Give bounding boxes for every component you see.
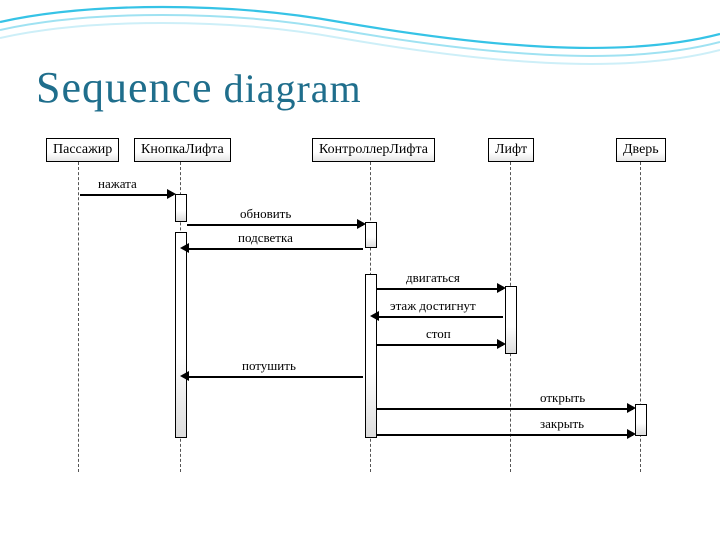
activation-controller	[365, 222, 377, 248]
msg-label-otkryt: открыть	[540, 390, 585, 406]
arrow-icon	[370, 311, 379, 321]
actor-label: Лифт	[495, 142, 527, 157]
msg-nazhata	[80, 194, 173, 196]
msg-label-etazh: этаж достигнут	[390, 298, 476, 314]
title-word-2: diagram	[224, 66, 362, 111]
msg-label-potushit: потушить	[242, 358, 296, 374]
actor-passenger: Пассажир	[46, 138, 119, 162]
msg-label-obnovit: обновить	[240, 206, 291, 222]
actor-lift: Лифт	[488, 138, 534, 162]
arrow-icon	[357, 219, 366, 229]
arrow-icon	[627, 429, 636, 439]
msg-label-nazhata: нажата	[98, 176, 137, 192]
actor-controller: КонтроллерЛифта	[312, 138, 435, 162]
arrow-icon	[180, 243, 189, 253]
arrow-icon	[627, 403, 636, 413]
arrow-icon	[180, 371, 189, 381]
arrow-icon	[497, 283, 506, 293]
actor-label: Дверь	[623, 142, 659, 157]
msg-potushit	[187, 376, 363, 378]
activation-button-2	[175, 232, 187, 438]
arrow-icon	[497, 339, 506, 349]
msg-label-stop: стоп	[426, 326, 451, 342]
msg-otkryt	[377, 408, 633, 410]
msg-dvigatsya	[377, 288, 503, 290]
activation-door	[635, 404, 647, 436]
activation-button	[175, 194, 187, 222]
lifeline-passenger	[78, 162, 79, 472]
msg-label-podsvetka: подсветка	[238, 230, 293, 246]
msg-etazh	[377, 316, 503, 318]
actor-button: КнопкаЛифта	[134, 138, 231, 162]
wave-decoration	[0, 0, 720, 70]
msg-stop	[377, 344, 503, 346]
activation-lift	[505, 286, 517, 354]
sequence-diagram: Пассажир КнопкаЛифта КонтроллерЛифта Лиф…	[40, 138, 680, 488]
slide-title: Sequence diagram	[36, 62, 362, 113]
activation-controller-2	[365, 274, 377, 438]
actor-label: КнопкаЛифта	[141, 142, 224, 157]
actor-label: Пассажир	[53, 142, 112, 157]
actor-label: КонтроллерЛифта	[319, 142, 428, 157]
title-word-1: Sequence	[36, 63, 213, 112]
msg-label-zakryt: закрыть	[540, 416, 584, 432]
actor-door: Дверь	[616, 138, 666, 162]
arrow-icon	[167, 189, 176, 199]
msg-podsvetka	[187, 248, 363, 250]
msg-zakryt	[377, 434, 633, 436]
msg-label-dvigatsya: двигаться	[406, 270, 460, 286]
msg-obnovit	[187, 224, 363, 226]
